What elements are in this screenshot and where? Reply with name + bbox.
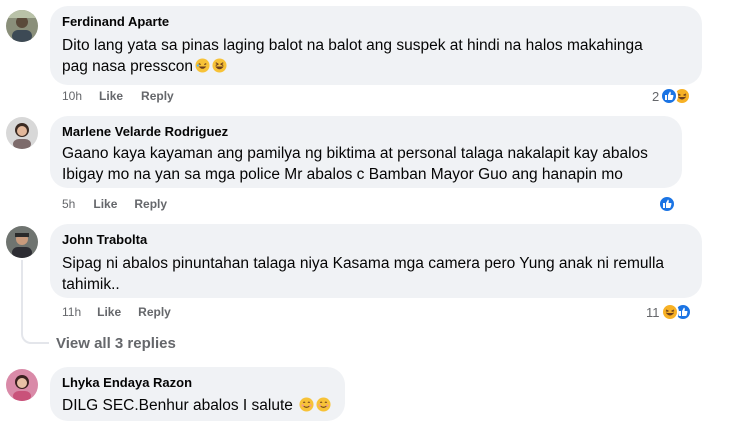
avatar-photo [6,117,38,149]
comment-actions: 5h Like Reply [62,197,167,211]
comment-line: tahimik.. [62,276,120,293]
like-icon [658,195,676,213]
reaction-count: 2 [652,88,660,104]
avatar-photo [6,226,38,258]
view-replies-link[interactable]: View all 3 replies [56,335,176,352]
reaction-summary[interactable]: 2 [652,87,692,105]
haha-icon [660,303,679,321]
like-button[interactable]: Like [99,89,123,103]
smiling-face-emoji [299,397,314,412]
reply-button[interactable]: Reply [134,197,167,211]
comment-text: Dito lang yata sa pinas laging balot na … [62,35,690,77]
avatar[interactable] [6,117,38,149]
comment-bubble: John Trabolta Sipag ni abalos pinuntahan… [50,224,702,298]
comment-timestamp[interactable]: 10h [62,89,82,103]
reply-button[interactable]: Reply [141,89,174,103]
reply-thread-connector [21,260,49,344]
avatar-photo [6,369,38,401]
comment-line: DILG SEC.Benhur abalos I salute [62,397,298,414]
comment-line: Gaano kaya kayaman ang pamilya ng biktim… [62,145,648,162]
avatar-photo [6,10,38,42]
reaction-count: 11 [646,304,660,320]
comment-actions: 11h Like Reply [62,305,171,319]
comment-timestamp[interactable]: 11h [62,305,81,319]
comment-line: Dito lang yata sa pinas laging balot na … [62,37,643,54]
reaction-summary[interactable]: 11 [646,303,692,321]
comment-author[interactable]: Lhyka Endaya Razon [62,375,333,391]
like-icon [660,87,679,105]
comment-line: Ibigay mo na yan sa mga police Mr abalos… [62,166,623,183]
comment-author[interactable]: Ferdinand Aparte [62,14,690,30]
rolling-on-floor-laughing-emoji [195,58,210,73]
reaction-summary[interactable] [657,195,676,213]
avatar[interactable] [6,10,38,42]
comment-text: Sipag ni abalos pinuntahan talaga niya K… [62,253,690,295]
comment-bubble: Lhyka Endaya Razon DILG SEC.Benhur abalo… [50,367,345,421]
comment-timestamp[interactable]: 5h [62,197,75,211]
comment-bubble: Ferdinand Aparte Dito lang yata sa pinas… [50,6,702,85]
comment-author[interactable]: Marlene Velarde Rodriguez [62,124,670,140]
comment-text: DILG SEC.Benhur abalos I salute [62,395,333,416]
comment-author[interactable]: John Trabolta [62,232,690,248]
comment-line: pag nasa presscon [62,58,193,75]
grinning-squinting-emoji [212,58,227,73]
smiling-face-emoji [316,397,331,412]
comment-line: Sipag ni abalos pinuntahan talaga niya K… [62,255,665,272]
comment-line-with-emoji: pag nasa presscon [62,56,690,77]
avatar[interactable] [6,226,38,258]
like-button[interactable]: Like [93,197,117,211]
comment-bubble: Marlene Velarde Rodriguez Gaano kaya kay… [50,116,682,188]
comment-actions: 10h Like Reply [62,89,174,103]
like-button[interactable]: Like [97,305,121,319]
comment-text: Gaano kaya kayaman ang pamilya ng biktim… [62,143,670,185]
avatar[interactable] [6,369,38,401]
reply-button[interactable]: Reply [138,305,171,319]
